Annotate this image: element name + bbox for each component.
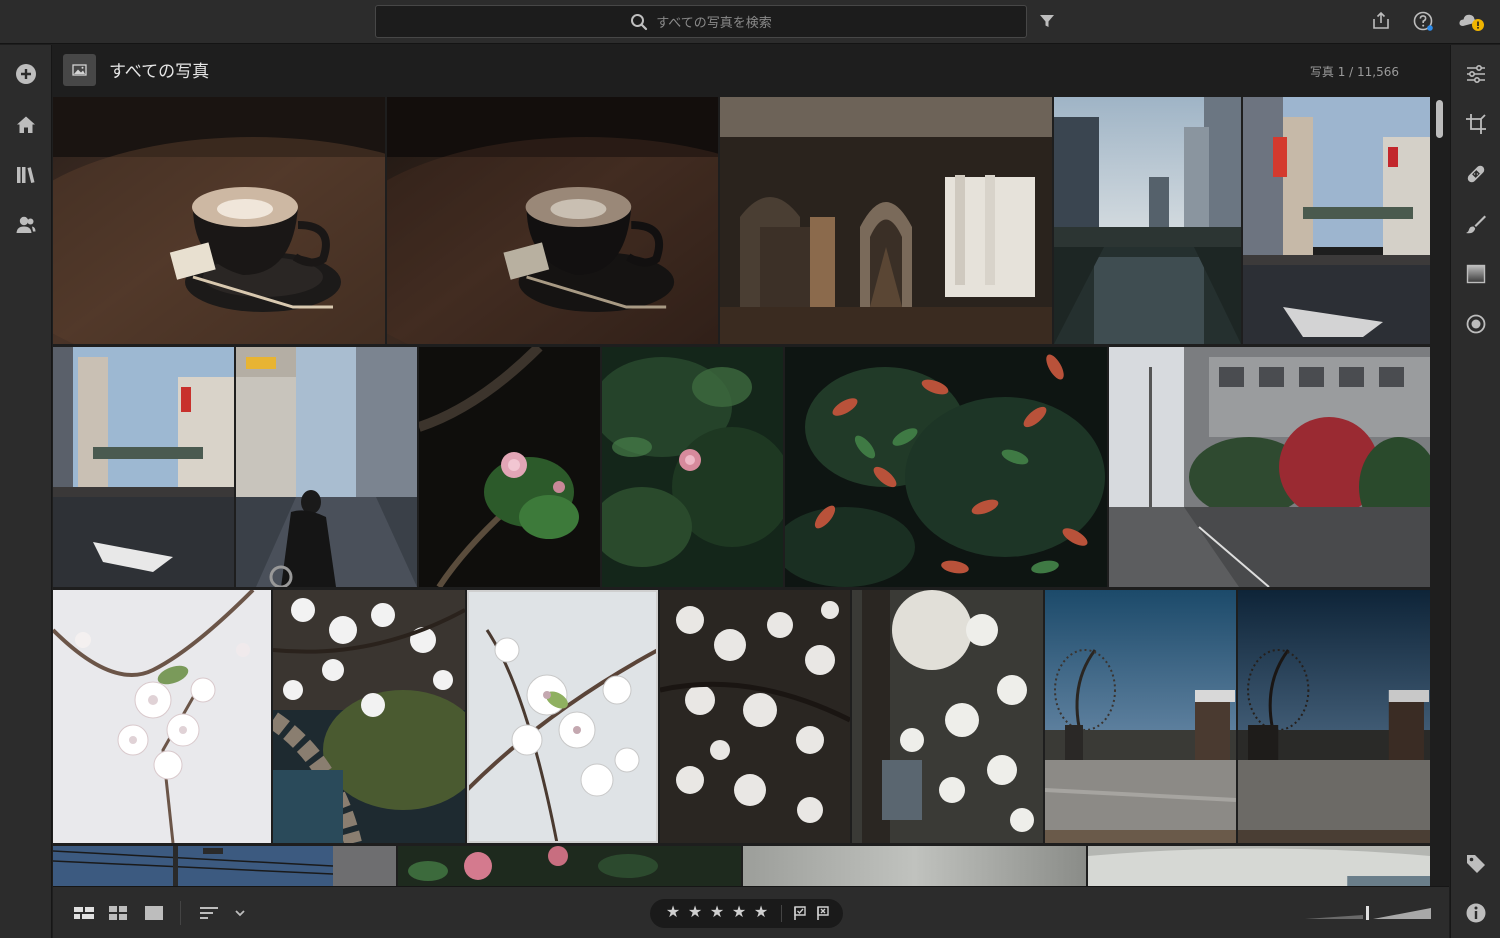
left-rail <box>0 45 52 938</box>
home-icon[interactable] <box>14 113 38 137</box>
photo-thumbnail-store[interactable] <box>720 97 1052 344</box>
photo-thumbnail-gate[interactable] <box>1045 590 1236 843</box>
photo-thumbnail-camellia-leaves[interactable] <box>602 347 783 587</box>
filter-icon[interactable] <box>1038 12 1056 30</box>
healing-icon[interactable] <box>1464 162 1488 186</box>
page-title: すべての写真 <box>109 62 210 82</box>
star-3[interactable]: ★ <box>709 904 725 920</box>
brush-icon[interactable] <box>1464 212 1488 236</box>
star-1[interactable]: ★ <box>665 904 681 920</box>
search-placeholder: すべての写真を検索 <box>656 16 772 31</box>
search-icon <box>631 13 648 30</box>
photo-thumbnail-gate-dark[interactable] <box>1238 590 1430 843</box>
search-input[interactable]: すべての写真を検索 <box>375 5 1027 38</box>
star-4[interactable]: ★ <box>731 904 747 920</box>
photo-thumbnail-blossom-sky[interactable] <box>53 590 271 843</box>
photo-thumbnail-blossom-pond[interactable] <box>273 590 465 843</box>
album-cover-thumbnail <box>63 54 96 86</box>
crop-icon[interactable] <box>1464 112 1488 136</box>
photo-grid <box>53 97 1430 886</box>
tag-icon[interactable] <box>1464 852 1488 876</box>
share-icon[interactable] <box>1370 10 1392 32</box>
star-2[interactable]: ★ <box>687 904 703 920</box>
rating-filter: ★ ★ ★ ★ ★ <box>650 899 843 928</box>
radial-gradient-icon[interactable] <box>1464 312 1488 336</box>
rating-divider <box>781 905 782 922</box>
detail-view-icon[interactable] <box>143 904 165 922</box>
photo-thumbnail-latte[interactable] <box>53 97 385 344</box>
photo-thumbnail-camellia-pink[interactable] <box>398 846 741 886</box>
edit-sliders-icon[interactable] <box>1464 62 1488 86</box>
photo-thumbnail-blossom-dark[interactable] <box>660 590 850 843</box>
content-header: すべての写真 写真 1 / 11,566 <box>53 45 1449 97</box>
scrollbar-track[interactable] <box>1433 97 1445 886</box>
photo-thumbnail-camellia[interactable] <box>419 347 600 587</box>
photo-thumbnail-blossom-sunlight[interactable] <box>852 590 1043 843</box>
square-grid-icon[interactable] <box>107 904 129 922</box>
bottom-bar: ★ ★ ★ ★ ★ <box>53 886 1449 938</box>
linear-gradient-icon[interactable] <box>1464 262 1488 286</box>
chevron-down-icon[interactable] <box>233 904 247 922</box>
photo-thumbnail-latte-dark[interactable] <box>387 97 718 344</box>
star-5[interactable]: ★ <box>753 904 769 920</box>
photo-thumbnail-canal[interactable] <box>1054 97 1241 344</box>
library-icon[interactable] <box>14 163 38 187</box>
photo-thumbnail-crossing[interactable] <box>53 347 234 587</box>
zoom-slider[interactable] <box>1305 905 1431 921</box>
photo-thumbnail-street[interactable] <box>1243 97 1430 344</box>
photo-thumbnail-sidewalk[interactable] <box>1109 347 1430 587</box>
photo-grid-icon[interactable] <box>73 904 95 922</box>
scrollbar-thumb[interactable] <box>1436 100 1443 138</box>
view-divider <box>180 901 181 925</box>
info-icon[interactable] <box>1464 901 1488 925</box>
right-rail <box>1450 45 1500 938</box>
photo-thumbnail-red-shrub[interactable] <box>785 347 1107 587</box>
add-photos-icon[interactable] <box>14 62 38 86</box>
photo-thumbnail-cyclist[interactable] <box>236 347 417 587</box>
photo-thumbnail-grey-water[interactable] <box>1088 846 1430 886</box>
flag-pick-icon[interactable] <box>792 905 808 921</box>
top-bar: すべての写真を検索 <box>0 0 1500 44</box>
flag-reject-icon[interactable] <box>815 905 831 921</box>
help-icon[interactable] <box>1412 10 1434 32</box>
image-icon <box>72 64 87 76</box>
photo-count: 写真 1 / 11,566 <box>1309 65 1399 79</box>
people-icon[interactable] <box>14 213 38 237</box>
photo-thumbnail-power-lines[interactable] <box>53 846 396 886</box>
photo-thumbnail-blossom-closeup[interactable] <box>467 590 658 843</box>
sort-icon[interactable] <box>198 904 220 922</box>
cloud-sync-warning-icon[interactable] <box>1458 10 1486 32</box>
photo-thumbnail-grey-wall[interactable] <box>743 846 1086 886</box>
